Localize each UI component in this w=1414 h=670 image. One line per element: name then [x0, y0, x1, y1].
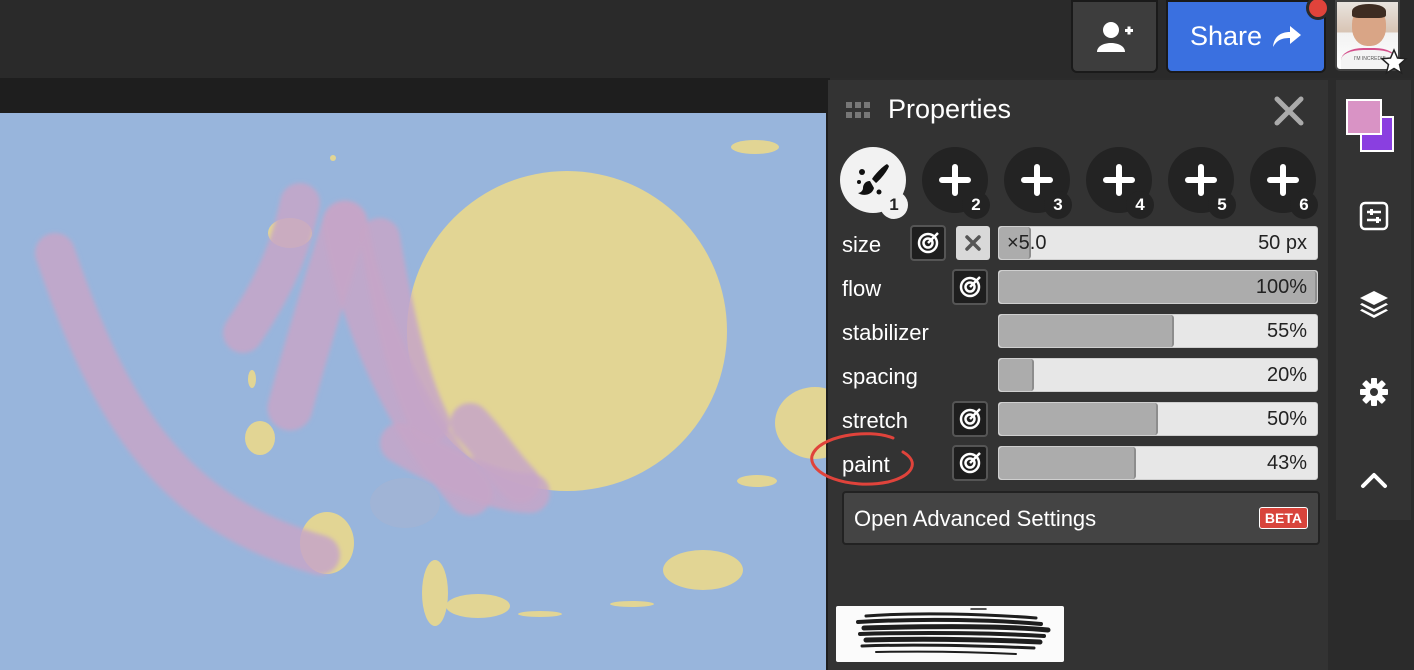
right-toolbar: [1336, 80, 1414, 670]
pressure-icon: [959, 408, 981, 430]
stroke-preview-image: [856, 608, 1051, 655]
spacing-slider[interactable]: 20%: [998, 358, 1318, 392]
brush-slot-5[interactable]: 5: [1168, 147, 1236, 219]
properties-panel: Properties 1 2 3 4 5 6 size ×5.0 50 px f…: [810, 80, 1328, 670]
stabilizer-value: 55%: [1266, 320, 1307, 342]
close-icon: [965, 235, 981, 251]
add-user-icon: [1096, 21, 1133, 52]
size-slider[interactable]: ×5.0 50 px: [998, 226, 1318, 260]
beta-badge: BETA: [1258, 507, 1308, 529]
avatar-hair: [1352, 4, 1386, 18]
size-label: size: [842, 232, 882, 257]
panel-title: Properties: [888, 94, 1012, 124]
chevron-up-icon[interactable]: [1358, 464, 1390, 496]
brush-slot-number: 5: [1208, 191, 1236, 219]
plus-icon: [1103, 164, 1135, 196]
size-value: 50 px: [1258, 232, 1307, 254]
spacing-slider-fill: [999, 359, 1034, 391]
spacing-label: spacing: [842, 364, 918, 389]
share-arrow-icon: [1273, 25, 1302, 47]
stabilizer-slider-fill: [999, 315, 1174, 347]
adjustments-icon[interactable]: [1358, 200, 1390, 232]
brush-slot-1[interactable]: 1: [840, 147, 908, 219]
brush-slot-6[interactable]: 6: [1250, 147, 1318, 219]
brush-slot-number: 1: [880, 191, 908, 219]
canvas-artwork: [35, 140, 830, 626]
open-advanced-settings-button[interactable]: Open Advanced Settings BETA: [842, 491, 1320, 545]
brush-slot-4[interactable]: 4: [1086, 147, 1154, 219]
layers-icon[interactable]: [1358, 288, 1390, 320]
share-button[interactable]: Share: [1166, 0, 1326, 73]
plus-icon: [1021, 164, 1053, 196]
brush-slot-number: 3: [1044, 191, 1072, 219]
close-icon[interactable]: [1272, 94, 1306, 128]
app-root: Share I'M INCREDIB Properties 1 2 3 4 5 …: [0, 0, 1414, 670]
flow-slider[interactable]: 100%: [998, 270, 1318, 304]
pressure-icon: [959, 452, 981, 474]
pressure-icon: [959, 276, 981, 298]
canvas-header-strip: [0, 78, 830, 113]
stabilizer-slider[interactable]: 55%: [998, 314, 1318, 348]
size-pressure-toggle[interactable]: [910, 225, 946, 261]
plus-icon: [1267, 164, 1299, 196]
stabilizer-label: stabilizer: [842, 320, 929, 345]
drag-handle-icon[interactable]: [846, 102, 872, 120]
gear-icon[interactable]: [1358, 376, 1390, 408]
share-label: Share: [1189, 21, 1263, 51]
paint-slider[interactable]: 43%: [998, 446, 1318, 480]
flow-label: flow: [842, 276, 882, 301]
stretch-pressure-toggle[interactable]: [952, 401, 988, 437]
flow-value: 100%: [1255, 276, 1307, 298]
stretch-slider[interactable]: 50%: [998, 402, 1318, 436]
primary-color-swatch[interactable]: [1346, 99, 1382, 135]
brush-slot-3[interactable]: 3: [1004, 147, 1072, 219]
star-icon: [1380, 48, 1408, 75]
brush-slot-2[interactable]: 2: [922, 147, 990, 219]
plus-icon: [1185, 164, 1217, 196]
size-reset-button[interactable]: [956, 226, 990, 260]
paint-pressure-toggle[interactable]: [952, 445, 988, 481]
brush-slot-number: 6: [1290, 191, 1318, 219]
drawing-canvas[interactable]: [0, 113, 830, 670]
plus-icon: [939, 164, 971, 196]
right-toolbar-panel: [1336, 80, 1411, 520]
paint-value: 43%: [1266, 452, 1307, 474]
advanced-settings-label: Open Advanced Settings: [854, 506, 1097, 531]
brush-slot-number: 4: [1126, 191, 1154, 219]
stretch-value: 50%: [1266, 408, 1307, 430]
spacing-value: 20%: [1266, 364, 1307, 386]
annotation-circle: [810, 432, 914, 486]
invite-user-button[interactable]: [1071, 0, 1158, 73]
stretch-slider-fill: [999, 403, 1158, 435]
brush-slot-number: 2: [962, 191, 990, 219]
flow-pressure-toggle[interactable]: [952, 269, 988, 305]
pressure-icon: [917, 232, 939, 254]
brush-stroke-preview: [836, 606, 1064, 662]
paint-slider-fill: [999, 447, 1136, 479]
size-multiplier: ×5.0: [1007, 232, 1047, 254]
